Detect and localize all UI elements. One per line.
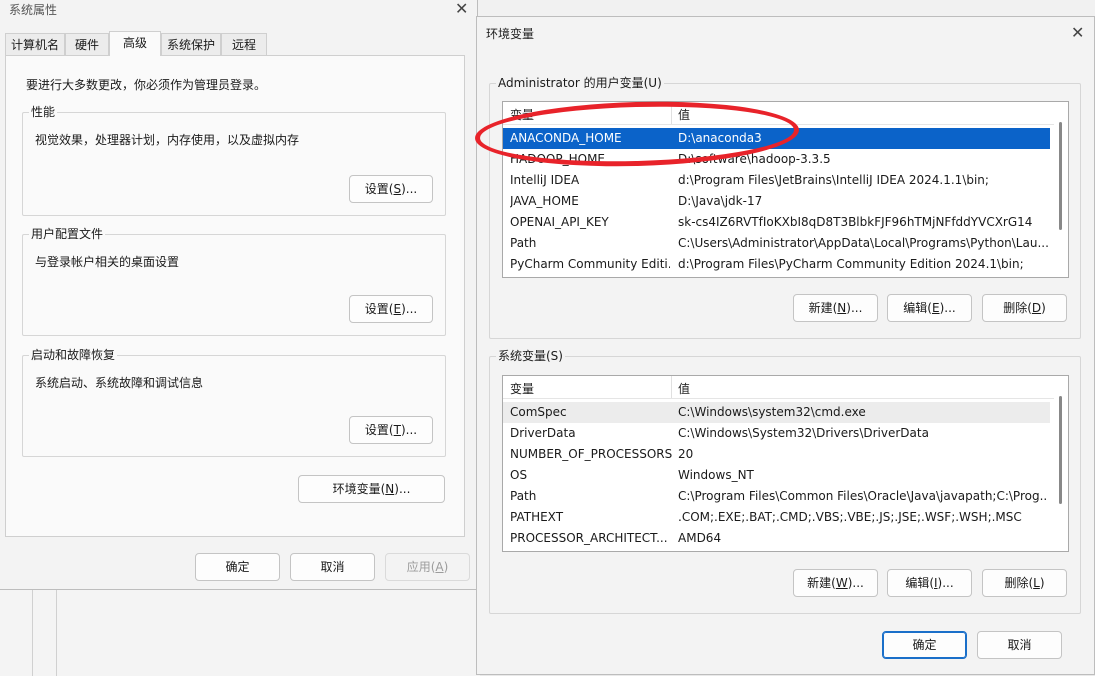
admin-notice: 要进行大多数更改，你必须作为管理员登录。 (26, 78, 267, 92)
user-delete-button[interactable]: 删除(D) (982, 294, 1067, 322)
group-desc: 视觉效果，处理器计划，内存使用，以及虚拟内存 (35, 133, 300, 147)
scrollbar[interactable] (1059, 396, 1062, 504)
system-delete-button[interactable]: 删除(L) (982, 569, 1067, 597)
column-header-value[interactable]: 值 (678, 380, 690, 397)
user-edit-button[interactable]: 编辑(E)... (887, 294, 972, 322)
performance-settings-button[interactable]: 设置(S)... (349, 175, 433, 203)
group-label: Administrator 的用户变量(U) (496, 76, 664, 90)
ok-button[interactable]: 确定 (195, 553, 280, 581)
background-strip (0, 588, 480, 676)
column-header-variable[interactable]: 变量 (510, 106, 534, 123)
cancel-button[interactable]: 取消 (290, 553, 375, 581)
system-edit-button[interactable]: 编辑(I)... (887, 569, 972, 597)
user-variables-list[interactable]: 变量 值 ANACONDA_HOME D:\anaconda3 HADOOP_HO… (502, 101, 1069, 278)
table-row[interactable]: Path C:\Program Files\Common Files\Oracle… (503, 486, 1050, 507)
table-row[interactable]: PyCharm Community Editi... d:\Program Fil… (503, 254, 1050, 275)
profile-settings-button[interactable]: 设置(E)... (349, 295, 433, 323)
environment-variables-window: 环境变量 ✕ Administrator 的用户变量(U) 变量 值 ANACO… (476, 16, 1095, 675)
table-row[interactable]: DriverData C:\Windows\System32\Drivers\Dr… (503, 423, 1050, 444)
table-row[interactable]: OS Windows_NT (503, 465, 1050, 486)
advanced-panel: 要进行大多数更改，你必须作为管理员登录。 性能 视觉效果，处理器计划，内存使用，… (5, 55, 465, 537)
table-row[interactable]: HADOOP_HOME D:\software\hadoop-3.3.5 (503, 149, 1050, 170)
table-row[interactable]: JAVA_HOME D:\Java\jdk-17 (503, 191, 1050, 212)
ok-button[interactable]: 确定 (882, 631, 967, 659)
system-variables-list[interactable]: 变量 值 ComSpec C:\Windows\system32\cmd.exe … (502, 375, 1069, 552)
system-properties-window: 系统属性 ✕ 计算机名 硬件 高级 系统保护 远程 要进行大多数更改，你必须作为… (0, 0, 478, 590)
table-row[interactable]: ANACONDA_HOME D:\anaconda3 (503, 128, 1050, 149)
close-icon[interactable]: ✕ (455, 1, 468, 17)
apply-button[interactable]: 应用(A) (385, 553, 470, 581)
user-profile-group: 用户配置文件 与登录帐户相关的桌面设置 设置(E)... (22, 227, 446, 336)
table-row[interactable]: ComSpec C:\Windows\system32\cmd.exe (503, 402, 1050, 423)
column-header-variable[interactable]: 变量 (510, 380, 534, 397)
group-desc: 与登录帐户相关的桌面设置 (35, 255, 180, 269)
system-new-button[interactable]: 新建(W)... (793, 569, 878, 597)
group-desc: 系统启动、系统故障和调试信息 (35, 376, 204, 390)
table-row[interactable]: PATHEXT .COM;.EXE;.BAT;.CMD;.VBS;.VBE;.JS… (503, 507, 1050, 528)
tab-computer-name[interactable]: 计算机名 (5, 33, 65, 55)
user-new-button[interactable]: 新建(N)... (793, 294, 878, 322)
startup-recovery-group: 启动和故障恢复 系统启动、系统故障和调试信息 设置(T)... (22, 348, 446, 457)
environment-variables-button[interactable]: 环境变量(N)... (298, 475, 445, 503)
column-header-value[interactable]: 值 (678, 106, 690, 123)
group-label: 系统变量(S) (496, 349, 565, 363)
scrollbar[interactable] (1059, 122, 1062, 230)
window-title: 系统属性 (9, 3, 58, 17)
tab-remote[interactable]: 远程 (221, 33, 267, 55)
close-icon[interactable]: ✕ (1071, 25, 1084, 41)
startup-settings-button[interactable]: 设置(T)... (349, 416, 433, 444)
list-header: 变量 值 (503, 376, 1054, 399)
tab-hardware[interactable]: 硬件 (65, 33, 109, 55)
group-label: 用户配置文件 (29, 227, 106, 241)
window-title: 环境变量 (486, 27, 535, 41)
table-row[interactable]: Path C:\Users\Administrator\AppData\Local… (503, 233, 1050, 254)
table-row[interactable]: OPENAI_API_KEY sk-cs4IZ6RVTfIoKXbI8qD8T3B… (503, 212, 1050, 233)
cancel-button[interactable]: 取消 (977, 631, 1062, 659)
tab-advanced[interactable]: 高级 (109, 31, 161, 56)
list-header: 变量 值 (503, 102, 1054, 125)
table-row[interactable]: PROCESSOR_ARCHITECT... AMD64 (503, 528, 1050, 549)
table-row[interactable]: NUMBER_OF_PROCESSORS 20 (503, 444, 1050, 465)
group-label: 启动和故障恢复 (29, 348, 118, 362)
group-label: 性能 (29, 105, 58, 119)
table-row[interactable]: IntelliJ IDEA d:\Program Files\JetBrains\… (503, 170, 1050, 191)
tab-system-protection[interactable]: 系统保护 (161, 33, 221, 55)
performance-group: 性能 视觉效果，处理器计划，内存使用，以及虚拟内存 设置(S)... (22, 105, 446, 216)
